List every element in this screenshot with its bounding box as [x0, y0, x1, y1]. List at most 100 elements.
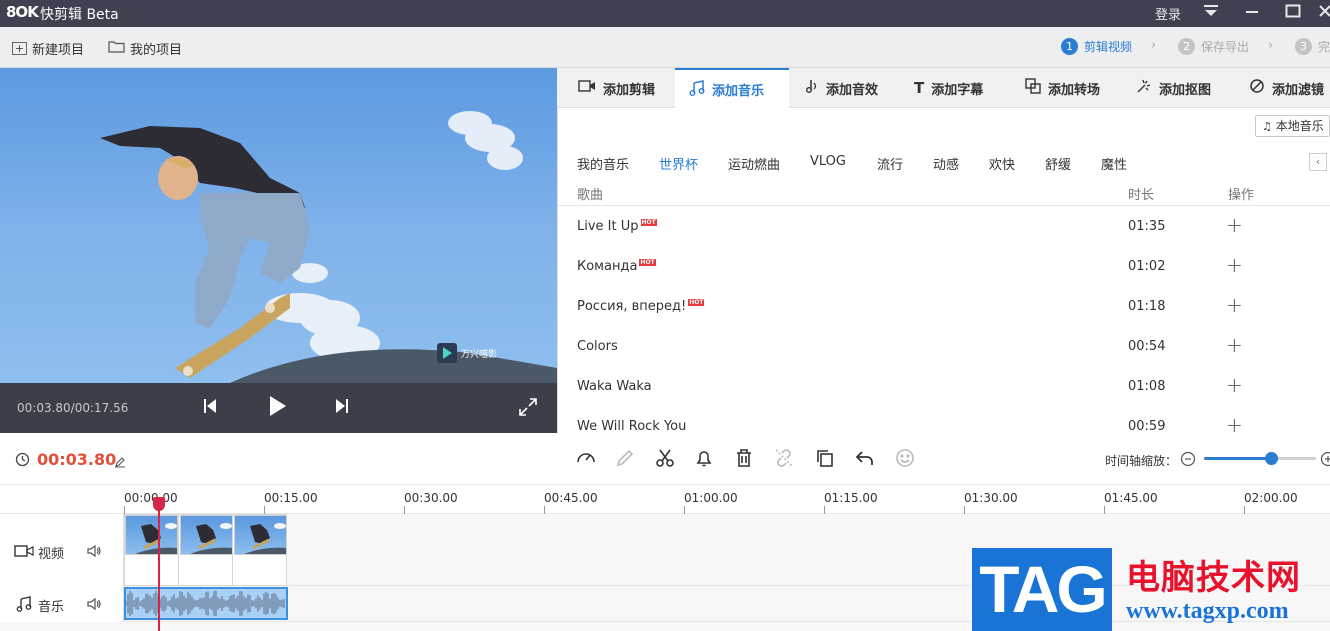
new-project-button[interactable]: + 新建项目	[12, 39, 84, 58]
speed-icon[interactable]	[573, 447, 599, 473]
fullscreen-icon[interactable]	[519, 398, 537, 420]
zoom-in-icon[interactable]	[1320, 451, 1330, 471]
plus-square-icon: +	[12, 42, 27, 55]
song-duration: 01:08	[1128, 379, 1166, 394]
song-duration: 01:35	[1128, 219, 1166, 234]
app-logo: 8OK	[6, 3, 39, 21]
add-song-icon[interactable]: +	[1226, 253, 1243, 277]
ruler-tick-label: 00:15.00	[264, 491, 318, 505]
playhead-handle[interactable]	[153, 497, 165, 511]
tab-add-transition[interactable]: 添加转场	[1011, 68, 1114, 108]
song-title: Live It Up HOT	[577, 219, 657, 234]
video-icon	[14, 543, 34, 562]
ruler-tick	[1244, 506, 1245, 514]
face-icon[interactable]	[892, 447, 918, 473]
tab-label: 添加转场	[1048, 82, 1101, 98]
zoom-slider-fill	[1204, 457, 1272, 460]
zoom-out-icon[interactable]	[1180, 451, 1196, 471]
song-row[interactable]: Команда HOT 01:02 +	[557, 247, 1330, 287]
login-button[interactable]: 登录	[1155, 4, 1181, 23]
add-song-icon[interactable]: +	[1226, 213, 1243, 237]
close-icon[interactable]	[1318, 2, 1330, 24]
current-time: 00:03.80	[37, 450, 117, 469]
add-song-icon[interactable]: +	[1226, 293, 1243, 317]
tab-add-sound-effect[interactable]: 添加音效	[789, 68, 892, 108]
copy-icon[interactable]	[812, 447, 838, 473]
music-note-icon	[16, 596, 32, 616]
chevron-right-icon: ›	[1268, 38, 1274, 53]
player-timecode: 00:03.80/00:17.56	[17, 401, 129, 415]
step-3[interactable]: 3 完	[1295, 38, 1330, 55]
step-label: 保存导出	[1201, 40, 1250, 54]
category-cheerful[interactable]: 欢快	[989, 154, 1015, 173]
song-row[interactable]: Россия, вперед! HOT 01:18 +	[557, 287, 1330, 327]
song-title: We Will Rock You	[577, 419, 687, 433]
song-table-header	[557, 177, 1330, 206]
my-projects-button[interactable]: 我的项目	[108, 39, 182, 58]
bell-icon[interactable]	[691, 447, 717, 473]
tab-add-filter[interactable]: 添加滤镜	[1235, 68, 1330, 108]
song-row[interactable]: Waka Waka 01:08 +	[557, 367, 1330, 407]
song-row[interactable]: We Will Rock You 00:59 +	[557, 407, 1330, 433]
add-song-icon[interactable]: +	[1226, 413, 1243, 433]
step-number: 2	[1178, 38, 1195, 55]
previous-frame-icon[interactable]	[203, 397, 217, 419]
category-my-music[interactable]: 我的音乐	[577, 154, 629, 173]
category-quirky[interactable]: 魔性	[1101, 154, 1127, 173]
undo-icon[interactable]	[852, 447, 878, 473]
new-project-label: 新建项目	[32, 43, 85, 58]
tab-label: 添加剪辑	[603, 82, 656, 98]
clip-thumbnail	[180, 515, 233, 555]
step-2[interactable]: 2 保存导出	[1178, 38, 1249, 55]
category-vlog[interactable]: VLOG	[810, 154, 846, 169]
category-pop[interactable]: 流行	[877, 154, 903, 173]
tab-label: 添加抠图	[1159, 82, 1212, 98]
category-world-cup[interactable]: 世界杯	[659, 154, 698, 173]
zoom-slider[interactable]	[1204, 452, 1316, 465]
tab-add-cutout[interactable]: 添加抠图	[1122, 68, 1225, 108]
next-frame-icon[interactable]	[335, 397, 349, 419]
music-track-label: 音乐	[38, 600, 65, 615]
edit-icon[interactable]	[612, 447, 638, 473]
step-1[interactable]: 1 剪辑视频	[1061, 38, 1132, 55]
scissors-icon[interactable]	[652, 447, 678, 473]
chevron-left-icon[interactable]: ‹	[1309, 153, 1327, 171]
folder-icon	[108, 40, 125, 57]
local-music-button[interactable]: ♫ 本地音乐	[1255, 115, 1330, 137]
zoom-label: 时间轴缩放：	[1105, 454, 1178, 468]
add-song-icon[interactable]: +	[1226, 333, 1243, 357]
play-icon[interactable]	[268, 394, 288, 422]
category-dynamic[interactable]: 动感	[933, 154, 959, 173]
unlink-icon[interactable]	[771, 447, 797, 473]
video-icon	[578, 79, 596, 97]
minimize-icon[interactable]	[1241, 2, 1263, 24]
video-track-header: 视频	[0, 514, 124, 586]
ruler-tick-label: 00:00.00	[124, 491, 178, 505]
song-duration: 01:18	[1128, 299, 1166, 314]
pencil-icon[interactable]	[114, 453, 126, 472]
dropdown-icon[interactable]	[1200, 2, 1222, 24]
tab-add-clip[interactable]: 添加剪辑	[564, 68, 669, 108]
ruler-tick	[124, 506, 125, 514]
trash-icon[interactable]	[731, 447, 757, 473]
preview-watermark-text: 万兴喵影	[461, 350, 498, 360]
category-soothing[interactable]: 舒缓	[1045, 154, 1071, 173]
playhead-line[interactable]	[158, 498, 160, 631]
ruler-tick-label: 01:30.00	[964, 491, 1018, 505]
preview-watermark	[437, 343, 457, 363]
clip-divider	[232, 514, 233, 586]
audio-clip[interactable]	[124, 587, 288, 620]
add-song-icon[interactable]: +	[1226, 373, 1243, 397]
volume-icon[interactable]	[86, 543, 102, 562]
maximize-icon[interactable]	[1282, 2, 1304, 24]
video-track-label: 视频	[38, 547, 65, 562]
tab-add-music[interactable]: 添加音乐	[675, 68, 789, 109]
song-row[interactable]: Live It Up HOT 01:35 +	[557, 207, 1330, 247]
volume-icon[interactable]	[86, 596, 102, 615]
category-sports[interactable]: 运动燃曲	[728, 154, 780, 173]
text-icon: T	[914, 79, 925, 97]
filter-icon	[1249, 78, 1265, 98]
video-preview[interactable]	[0, 68, 557, 383]
tab-add-subtitle[interactable]: T 添加字幕	[900, 68, 997, 108]
song-row[interactable]: Colors 00:54 +	[557, 327, 1330, 367]
